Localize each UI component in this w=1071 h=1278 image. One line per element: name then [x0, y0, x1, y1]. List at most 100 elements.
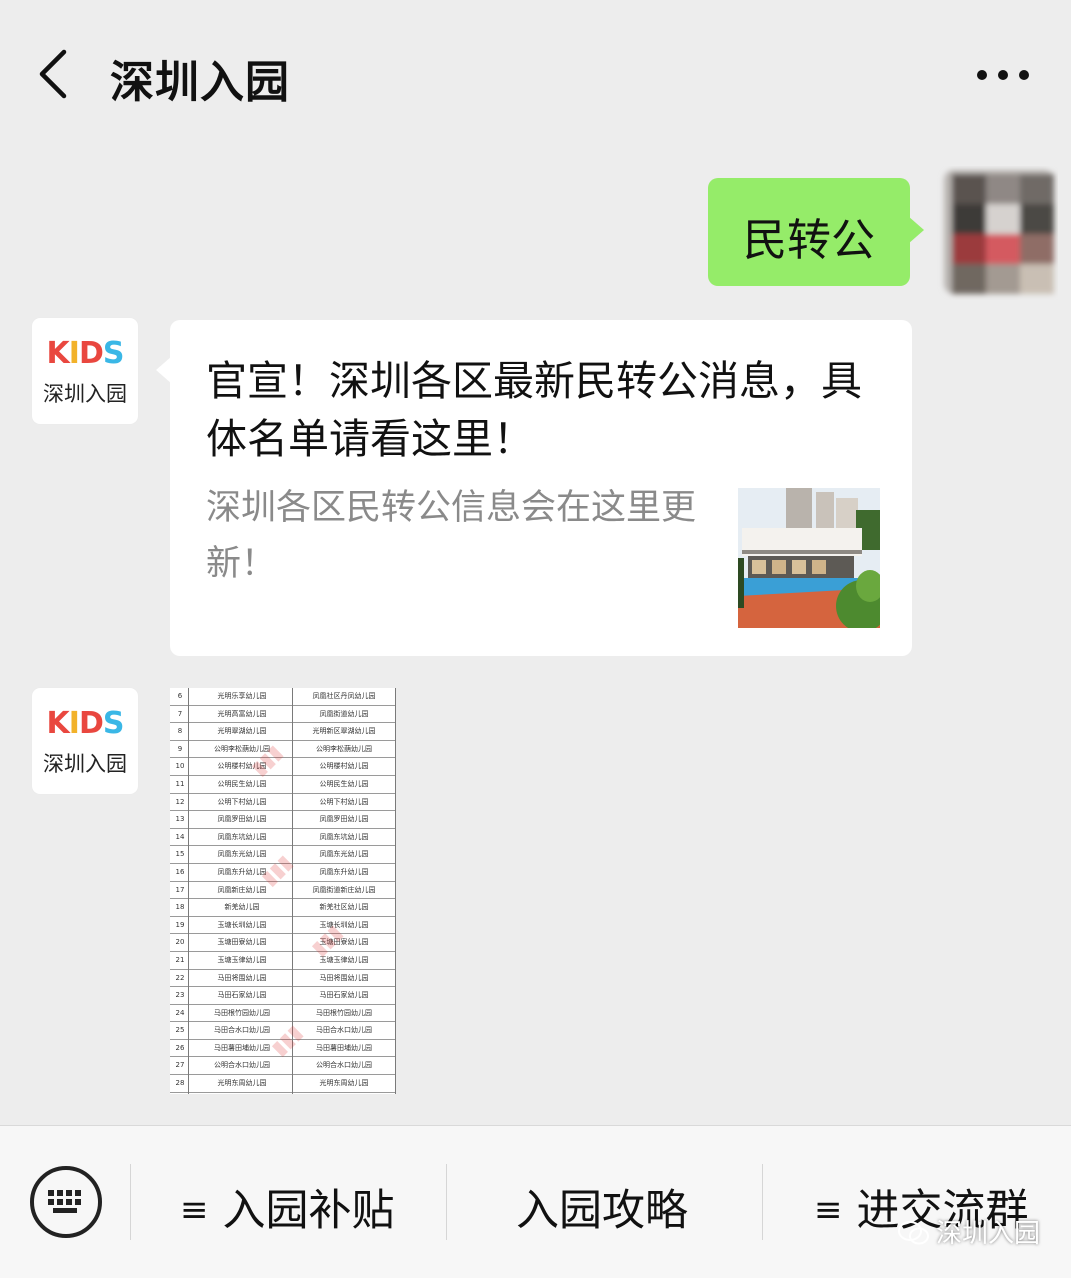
row-number: 11 — [175, 779, 185, 788]
row-number: 16 — [175, 867, 185, 876]
table-divider — [395, 688, 396, 1094]
row-number: 18 — [175, 903, 185, 912]
table-row: 8 光明翠湖幼儿园 光明新区翠湖幼儿园 — [170, 723, 396, 741]
user-avatar[interactable] — [930, 166, 1058, 300]
row-number: 6 — [177, 692, 183, 700]
table-cell: 光明碧眼幼儿园 — [292, 1093, 396, 1094]
table-divider — [188, 688, 189, 1094]
table-row: 11 公明民生幼儿园 公明民生幼儿园 — [170, 776, 396, 794]
table-row: 6 光明乐享幼儿园 凤凰社区丹凤幼儿园 — [170, 688, 396, 706]
table-cell: 光明高富幼儿园 — [217, 709, 267, 718]
table-cell: 马田根竹园幼儿园 — [316, 1008, 372, 1017]
table-cell: 光明翠湖幼儿园 — [217, 727, 267, 736]
table-row: 22 马田将围幼儿园 马田将围幼儿园 — [170, 970, 396, 988]
account-name: 深圳入园 — [43, 382, 127, 406]
table-row: 12 公明下村幼儿园 公明下村幼儿园 — [170, 794, 396, 812]
more-icon[interactable] — [970, 58, 1040, 92]
row-number: 19 — [175, 920, 185, 929]
table-cell: 凤凰东坑幼儿园 — [319, 832, 369, 841]
source-watermark: 深圳入园 — [898, 1213, 1040, 1250]
table-cell: 光明碧眼幼儿园 — [192, 1093, 292, 1094]
table-row: 23 马田石家幼儿园 马田石家幼儿园 — [170, 987, 396, 1005]
sent-message-text: 民转公 — [743, 215, 875, 266]
table-row: 10 公明楼村幼儿园 公明楼村幼儿园 — [170, 758, 396, 776]
row-number: 20 — [175, 938, 185, 947]
table-cell: 玉塘田寮幼儿园 — [217, 938, 267, 947]
table-cell: 公明合水口幼儿园 — [316, 1061, 372, 1070]
table-row: 14 凤凰东坑幼儿园 凤凰东坑幼儿园 — [170, 829, 396, 847]
account-avatar[interactable]: KIDS 深圳入园 — [32, 688, 138, 794]
table-row: 28 光明东周幼儿园 光明东周幼儿园 — [170, 1075, 396, 1093]
bubble-tail — [156, 356, 172, 384]
table-cell: 凤凰罗田幼儿园 — [319, 815, 369, 824]
row-number: 17 — [175, 885, 185, 894]
table-cell: 马田将围幼儿园 — [217, 973, 267, 982]
menu-divider — [130, 1164, 131, 1240]
table-cell: 玉塘长圳幼儿园 — [319, 920, 369, 929]
row-number: 26 — [175, 1043, 185, 1052]
table-row: 17 凤凰新庄幼儿园 凤凰街道新庄幼儿园 — [170, 882, 396, 900]
keyboard-icon — [48, 1190, 81, 1213]
table-cell: 马田合水口幼儿园 — [316, 1026, 372, 1035]
menu-divider — [446, 1164, 447, 1240]
table-cell: 新羌社区幼儿园 — [319, 903, 369, 912]
table-row: 19 玉塘长圳幼儿园 玉塘长圳幼儿园 — [170, 917, 396, 935]
keyboard-toggle-button[interactable] — [30, 1166, 102, 1238]
table-cell: 公明李松蓢幼儿园 — [316, 744, 372, 753]
account-avatar[interactable]: KIDS 深圳入园 — [32, 318, 138, 424]
kids-logo: KIDS — [46, 336, 125, 371]
table-cell: 凤凰东升幼儿园 — [319, 867, 369, 876]
row-number: 25 — [175, 1026, 185, 1035]
table-row: 21 玉塘玉律幼儿园 玉塘玉律幼儿园 — [170, 952, 396, 970]
sent-message-bubble[interactable]: 民转公 — [708, 178, 924, 286]
row-number: 22 — [175, 973, 185, 982]
table-row: 24 马田根竹园幼儿园 马田根竹园幼儿园 — [170, 1005, 396, 1023]
table-row: 20 玉塘田寮幼儿园 玉塘田寮幼儿园 — [170, 934, 396, 952]
table-cell: 公明楼村幼儿园 — [319, 762, 369, 771]
table-cell: 公明民生幼儿园 — [319, 779, 369, 788]
article-card[interactable]: 官宣！深圳各区最新民转公消息，具体名单请看这里！ 深圳各区民转公信息会在这里更新… — [156, 320, 912, 656]
table-cell: 马田根竹园幼儿园 — [214, 1008, 270, 1017]
row-number: 12 — [175, 797, 185, 806]
article-title: 官宣！深圳各区最新民转公消息，具体名单请看这里！ — [206, 357, 862, 463]
menu-item-subsidy[interactable]: ≡ 入园补贴 — [180, 1176, 395, 1238]
table-cell: 玉塘玉律幼儿园 — [217, 955, 267, 964]
table-row: 7 光明高富幼儿园 凤凰街道幼儿园 — [170, 706, 396, 724]
table-cell: 凤凰罗田幼儿园 — [217, 815, 267, 824]
table-cell: 新羌幼儿园 — [224, 903, 260, 912]
table-cell: 马田将围幼儿园 — [319, 973, 369, 982]
table-cell: 玉塘长圳幼儿园 — [217, 920, 267, 929]
wechat-icon — [898, 1221, 929, 1245]
row-number: 7 — [177, 709, 183, 718]
row-number: 23 — [175, 991, 185, 1000]
table-cell: 凤凰东光幼儿园 — [319, 850, 369, 859]
table-cell: 马田石家幼儿园 — [319, 991, 369, 1000]
menu-item-guide[interactable]: 入园攻略 — [516, 1176, 688, 1238]
kids-logo: KIDS — [46, 706, 125, 741]
table-cell: 玉塘玉律幼儿园 — [319, 955, 369, 964]
table-cell: 凤凰街道新庄幼儿园 — [312, 885, 376, 894]
submenu-icon: ≡ — [180, 1190, 209, 1230]
table-cell: 马田石家幼儿园 — [217, 991, 267, 1000]
submenu-icon: ≡ — [814, 1190, 843, 1230]
spreadsheet-image-message[interactable]: 6 光明乐享幼儿园 凤凰社区丹凤幼儿园 7 光明高富幼儿园 凤凰街道幼儿园 8 光明翠湖幼儿园… — [170, 688, 396, 1094]
row-number: 24 — [175, 1008, 185, 1017]
row-number: 8 — [177, 727, 183, 736]
bottom-menu-bar: ≡ 入园补贴 入园攻略 ≡ 进交流群 — [0, 1125, 1071, 1278]
table-cell: 光明东周幼儿园 — [217, 1079, 267, 1088]
row-number: 21 — [175, 955, 185, 964]
row-number: 28 — [175, 1079, 185, 1088]
table-cell: 公明下村幼儿园 — [217, 797, 267, 806]
back-icon[interactable] — [30, 44, 80, 104]
table-cell: 光明东周幼儿园 — [319, 1079, 369, 1088]
watermark-text: 深圳入园 — [936, 1219, 1041, 1249]
row-number: 15 — [175, 850, 185, 859]
table-row: 13 凤凰罗田幼儿园 凤凰罗田幼儿园 — [170, 811, 396, 829]
table-cell: 公明下村幼儿园 — [319, 797, 369, 806]
article-description: 深圳各区民转公信息会在这里更新！ — [206, 488, 697, 584]
top-bar: 深圳入园 — [0, 0, 1071, 150]
table-cell: 光明新区翠湖幼儿园 — [312, 727, 376, 736]
table-cell: 凤凰街道幼儿园 — [319, 709, 369, 718]
table-cell: 光明乐享幼儿园 — [217, 692, 267, 700]
menu-item-label: 入园攻略 — [516, 1186, 688, 1236]
